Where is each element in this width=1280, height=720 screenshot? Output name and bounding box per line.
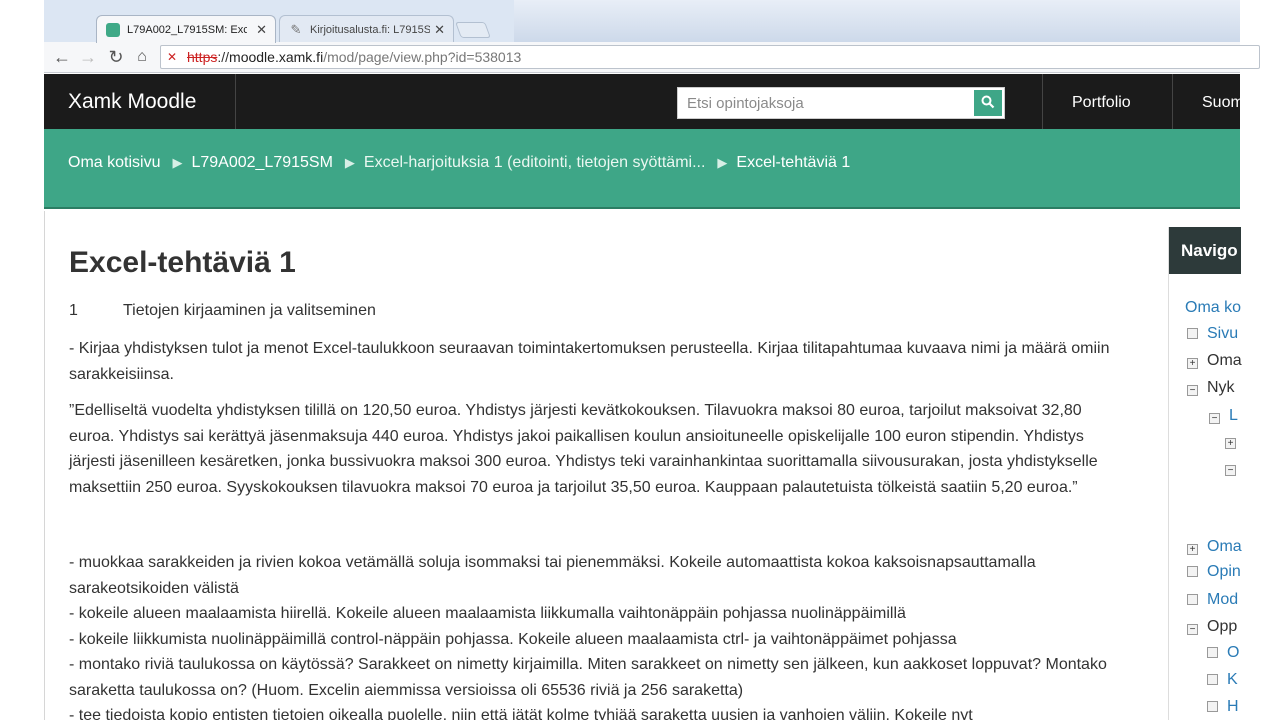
nav-tree-item[interactable]: − Opp (1187, 618, 1237, 636)
address-bar[interactable]: ✕ https://moodle.xamk.fi/mod/page/view.p… (160, 45, 1260, 69)
site-brand[interactable]: Xamk Moodle (44, 74, 236, 129)
search-button[interactable] (974, 90, 1002, 116)
nav-tree-item[interactable]: + (1225, 432, 1245, 450)
collapse-icon[interactable]: − (1187, 624, 1198, 635)
breadcrumb-separator-icon: ▶ (172, 155, 183, 170)
nav-tree-label: Sivu (1207, 325, 1239, 342)
home-icon[interactable]: ⌂ (130, 45, 154, 69)
url-host: moodle.xamk.fi (229, 49, 324, 65)
breadcrumb-home[interactable]: Oma kotisivu (68, 154, 160, 171)
nav-tree-item[interactable]: Oma ko (1185, 299, 1241, 317)
insecure-lock-icon: ✕ (167, 50, 178, 64)
breadcrumb-separator-icon: ▶ (344, 155, 355, 170)
url-scheme: https (187, 49, 218, 65)
collapse-icon[interactable]: − (1209, 413, 1220, 424)
expand-icon[interactable]: + (1187, 544, 1198, 555)
url-sep: :// (217, 49, 230, 65)
site-header: Xamk Moodle Portfolio Suom (44, 74, 1244, 129)
breadcrumb-separator-icon: ▶ (717, 155, 728, 170)
section-heading: 1 Tietojen kirjaaminen ja valitseminen (69, 302, 376, 320)
page-icon[interactable] (1207, 674, 1218, 685)
navigation-block: Navigo Oma ko Sivu + Oma − Nyk − L + − + Oma Opin Mod… (1168, 227, 1242, 720)
page-icon[interactable] (1207, 647, 1218, 658)
list-item: - tee tiedoista kopio entisten tietojen … (69, 707, 973, 720)
search-icon (981, 95, 995, 109)
pen-favicon-icon: ✎ (290, 22, 302, 37)
nav-tree-label: Opp (1207, 618, 1238, 635)
collapse-icon[interactable]: − (1225, 465, 1236, 476)
page-icon[interactable] (1207, 701, 1218, 712)
browser-toolbar: ← → ↻ ⌂ ✕ https://moodle.xamk.fi/mod/pag… (44, 42, 1260, 73)
close-tab-icon[interactable]: ✕ (434, 16, 445, 43)
nav-tree-label: Oma (1207, 352, 1242, 369)
nav-tree-label: Opin (1207, 563, 1241, 580)
nav-tree-item[interactable]: + Oma (1187, 352, 1242, 370)
nav-tree-item[interactable]: − L (1209, 407, 1238, 425)
nav-tree-item[interactable]: − (1225, 459, 1245, 477)
page-icon[interactable] (1187, 566, 1198, 577)
nav-tree-label: Oma ko (1185, 299, 1242, 316)
nav-tree-item[interactable]: H (1207, 698, 1239, 716)
nav-tree-item[interactable]: Sivu (1187, 325, 1238, 343)
breadcrumb-course[interactable]: L79A002_L7915SM (191, 154, 332, 171)
reload-icon[interactable]: ↻ (104, 45, 128, 69)
new-tab-button[interactable] (455, 22, 491, 38)
nav-tree-item[interactable]: − Nyk (1187, 379, 1235, 397)
back-arrow-icon[interactable]: ← (50, 45, 74, 69)
moodle-favicon-icon (106, 23, 120, 37)
course-search (677, 87, 1005, 119)
tab-title: L79A002_L7915SM: Excel- (127, 24, 247, 36)
expand-icon[interactable]: + (1225, 438, 1236, 449)
nav-tree-label: Oma (1207, 538, 1242, 555)
list-item: - kokeile liikkumista nuolinäppäimillä c… (69, 630, 957, 648)
section-title: Tietojen kirjaaminen ja valitseminen (123, 302, 376, 319)
list-item: - kokeile alueen maalaamista hiirellä. K… (69, 605, 906, 622)
nav-tree-item[interactable]: Opin (1187, 563, 1241, 581)
breadcrumb-current[interactable]: Excel-tehtäviä 1 (736, 154, 850, 171)
navigation-title: Navigo (1169, 227, 1241, 274)
nav-tree-item[interactable]: O (1207, 644, 1239, 662)
nav-tree-label: Mod (1207, 591, 1239, 608)
nav-tree-label: Nyk (1207, 379, 1235, 396)
nav-tree-label: K (1227, 671, 1238, 688)
nav-tree-item[interactable]: Mod (1187, 591, 1238, 609)
breadcrumb-band: Oma kotisivu ▶ L79A002_L7915SM ▶ Excel-harjo… (44, 129, 1240, 209)
task-list: - muokkaa sarakkeiden ja rivien kokoa ve… (69, 550, 1129, 720)
section-number: 1 (69, 302, 78, 319)
course-search-input[interactable] (678, 88, 972, 118)
list-item: - muokkaa sarakkeiden ja rivien kokoa ve… (69, 554, 1036, 597)
tab-kirjoitusalusta[interactable]: ✎ Kirjoitusalusta.fi: L7915SM ✕ (279, 15, 454, 43)
url-path: /mod/page/view.php?id=538013 (323, 49, 522, 65)
breadcrumb: Oma kotisivu ▶ L79A002_L7915SM ▶ Excel-harjo… (68, 154, 850, 172)
window-title-area (514, 0, 1240, 42)
nav-language[interactable]: Suom (1172, 74, 1262, 129)
breadcrumb-section[interactable]: Excel-harjoituksia 1 (editointi, tietoje… (364, 154, 705, 171)
expand-icon[interactable]: + (1187, 358, 1198, 369)
nav-portfolio[interactable]: Portfolio (1042, 74, 1172, 129)
screen: L79A002_L7915SM: Excel- ✕ ✎ Kirjoitusalu… (0, 0, 1280, 720)
instruction-paragraph: - Kirjaa yhdistyksen tulot ja menot Exce… (69, 340, 1110, 383)
desktop-edge-left (0, 0, 44, 720)
nav-tree-label: L (1229, 407, 1238, 424)
list-item: - montako riviä taulukossa on käytössä? … (69, 656, 1107, 699)
tab-moodle[interactable]: L79A002_L7915SM: Excel- ✕ (96, 15, 276, 43)
nav-tree-item[interactable]: K (1207, 671, 1238, 689)
nav-tree-label: O (1227, 644, 1240, 661)
page-icon[interactable] (1187, 594, 1198, 605)
tab-title: Kirjoitusalusta.fi: L7915SM (310, 24, 430, 36)
page-title: Excel-tehtäviä 1 (69, 246, 296, 279)
nav-tree-item[interactable]: + Oma (1187, 538, 1242, 556)
collapse-icon[interactable]: − (1187, 385, 1198, 396)
nav-tree-label: H (1227, 698, 1239, 715)
story-paragraph: ”Edelliseltä vuodelta yhdistyksen tilill… (69, 402, 1098, 496)
forward-arrow-icon[interactable]: → (76, 45, 100, 69)
page-icon[interactable] (1187, 328, 1198, 339)
main-content: Excel-tehtäviä 1 1 Tietojen kirjaaminen j… (44, 211, 1240, 720)
close-tab-icon[interactable]: ✕ (256, 16, 267, 43)
tab-bar: L79A002_L7915SM: Excel- ✕ ✎ Kirjoitusalu… (44, 0, 1240, 43)
